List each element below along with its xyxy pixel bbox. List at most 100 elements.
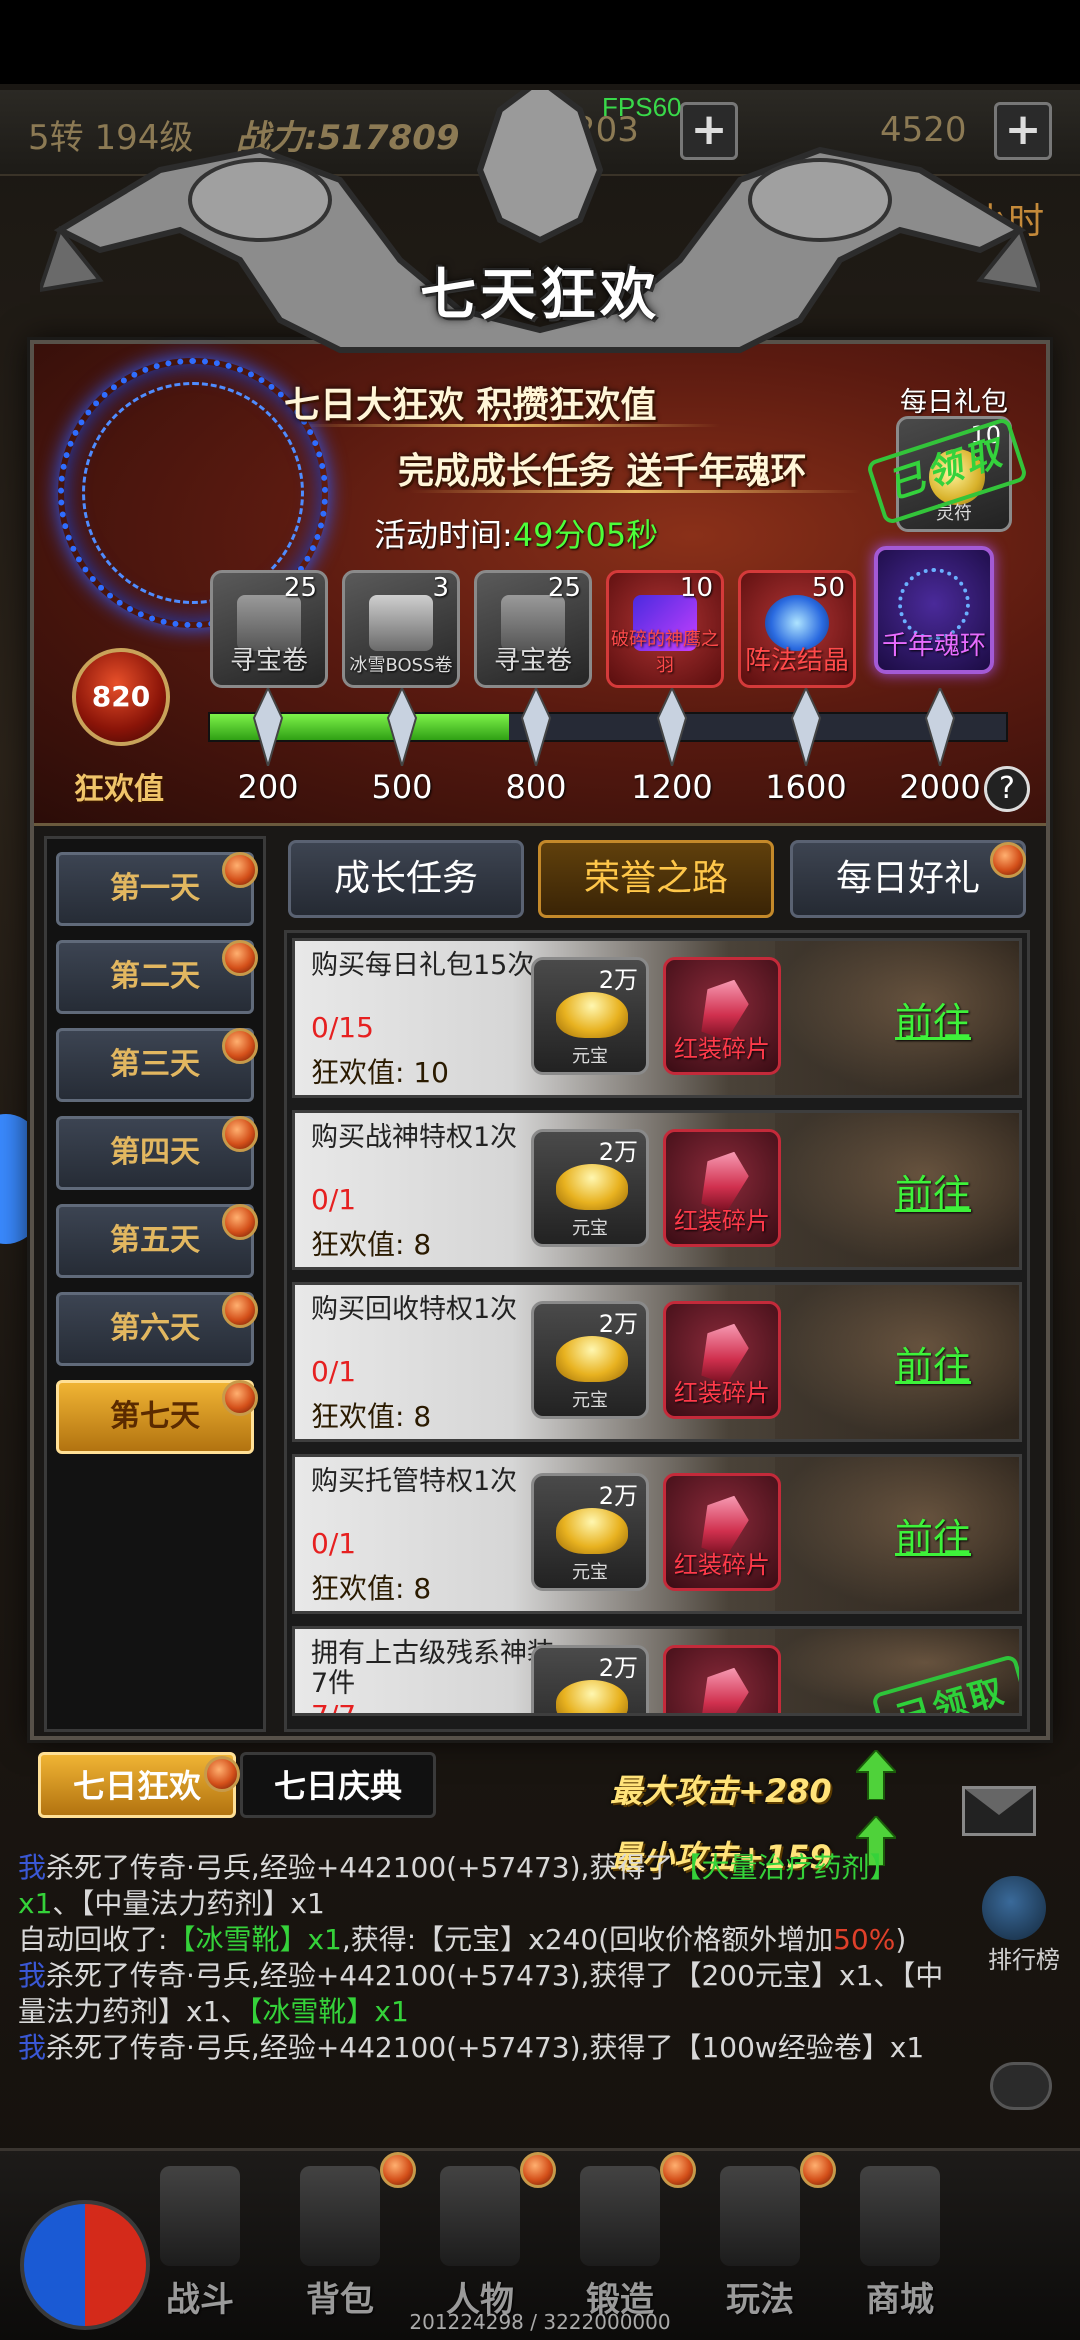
log-text: 杀死了传奇·弓兵,经验+442100(+57473),获得了【100w经验卷】x… (46, 2031, 925, 2064)
bottom-tab-seven-day-celebration[interactable]: 七日庆典 (240, 1752, 436, 1818)
task-progress: 0/1 (311, 1527, 357, 1560)
milestone-label: 800 (505, 768, 567, 806)
milestone-label: 2000 (899, 768, 981, 806)
reward-name: 元宝 (572, 1562, 608, 1583)
ingot-reward[interactable]: 2万元宝 (531, 957, 649, 1075)
log-self: 我 (18, 2031, 47, 2064)
reward-name: 寻宝卷 (493, 646, 572, 676)
help-button[interactable]: ? (984, 766, 1030, 812)
log-line: 我杀死了传奇·弓兵,经验+442100(+57473),获得了【200元宝】x1… (18, 1958, 948, 2030)
red-shard-reward[interactable]: 红装碎片 (663, 1129, 781, 1247)
log-text: 、【中量法力药剂】x1 (52, 1887, 325, 1920)
tab-honor-road[interactable]: 荣誉之路 (538, 840, 774, 918)
ranking-icon[interactable] (982, 1876, 1046, 1940)
task-title: 拥有上古级残系神装7件 (311, 1638, 554, 1699)
mail-icon[interactable] (962, 1786, 1036, 1836)
notification-dot (222, 1204, 258, 1240)
reward-item-5[interactable]: 50 阵法结晶 (738, 570, 856, 688)
banner-underline (300, 424, 720, 427)
log-text: 自动回收了: (18, 1923, 168, 1956)
reward-name: 元宝 (572, 1046, 608, 1067)
milestone-label: 1200 (631, 768, 713, 806)
reward-item-1[interactable]: 25 寻宝卷 (210, 570, 328, 688)
task-progress: 7/7 (311, 1699, 357, 1716)
score-progress-bar (208, 712, 1008, 742)
bottom-tab-seven-day-carnival[interactable]: 七日狂欢 (38, 1752, 236, 1818)
log-percent: 50% (833, 1923, 896, 1956)
go-button[interactable]: 前往 (895, 991, 971, 1046)
tab-growth-tasks[interactable]: 成长任务 (288, 840, 524, 918)
reward-item-4[interactable]: 10 破碎的神鹰之羽 (606, 570, 724, 688)
reward-item-6[interactable]: 千年魂环 (874, 546, 994, 674)
gold-ingot-icon (556, 1164, 628, 1210)
reward-name: 红装碎片 (674, 1035, 770, 1063)
reward-name: 红装碎片 (674, 1207, 770, 1235)
reward-count: 2万 (598, 966, 638, 994)
task-progress: 0/15 (311, 1011, 374, 1044)
task-row: 购买每日礼包15次 0/15 狂欢值: 10 2万 元宝 红装碎片 前往 (292, 938, 1022, 1098)
gold-ingot-icon (556, 1680, 628, 1713)
milestone-label: 200 (237, 768, 299, 806)
log-self: 我 (18, 1851, 47, 1884)
red-shard-reward[interactable]: 红装碎片 (663, 1645, 781, 1713)
task-row: 拥有上古级残系神装7件7/7 2万元宝红装碎片 已领取 (292, 1626, 1022, 1716)
ingot-reward[interactable]: 2万元宝 (531, 1645, 649, 1713)
ingot-reward[interactable]: 2万元宝 (531, 1301, 649, 1419)
log-self: 我 (18, 1959, 47, 1992)
battle-log: 我杀死了传奇·弓兵,经验+442100(+57473),获得了【大量治疗药剂】x… (18, 1850, 948, 2066)
reward-item-3[interactable]: 25 寻宝卷 (474, 570, 592, 688)
reward-count: 2万 (598, 1310, 638, 1338)
nav-shop[interactable]: 商城 (830, 2160, 970, 2320)
task-points: 狂欢值: 8 (311, 1572, 432, 1605)
reward-name: 千年魂环 (881, 631, 986, 661)
task-title: 购买每日礼包15次 (311, 950, 535, 981)
log-text: ) (895, 1923, 907, 1956)
reward-item-2[interactable]: 3 冰雪BOSS卷 (342, 570, 460, 688)
gold-ingot-icon (556, 992, 628, 1038)
event-time-label: 活动时间: (374, 516, 513, 554)
notification-dot (990, 842, 1026, 878)
go-button[interactable]: 前往 (895, 1507, 971, 1562)
claimed-stamp: 已领取 (870, 1653, 1019, 1713)
gold-ingot-icon (556, 1508, 628, 1554)
character-icon (440, 2166, 520, 2266)
go-button[interactable]: 前往 (895, 1335, 971, 1390)
red-shard-reward[interactable]: 红装碎片 (663, 957, 781, 1075)
dialog-title: 七天狂欢 (420, 263, 660, 328)
milestone-marker (520, 685, 552, 770)
banner-underline-2 (410, 490, 860, 493)
notification-dot (222, 1028, 258, 1064)
milestone-marker (790, 685, 822, 770)
arrow-up-icon (856, 1750, 896, 1800)
go-button[interactable]: 前往 (895, 1163, 971, 1218)
ingot-reward[interactable]: 2万元宝 (531, 1473, 649, 1591)
reward-name: 红装碎片 (674, 1551, 770, 1579)
banner-subheadline: 完成成长任务 送千年魂环 (398, 451, 807, 492)
notification-dot (222, 940, 258, 976)
score-orb: 820 (72, 648, 170, 746)
notification-dot (222, 1292, 258, 1328)
task-progress: 0/1 (311, 1355, 357, 1388)
reward-count: 2万 (598, 1482, 638, 1510)
reward-count: 2万 (598, 1654, 638, 1682)
chat-icon[interactable] (990, 2062, 1052, 2110)
ingot-reward[interactable]: 2万元宝 (531, 1129, 649, 1247)
shop-icon (860, 2166, 940, 2266)
milestone-marker (656, 685, 688, 770)
reward-name: 元宝 (572, 1218, 608, 1239)
log-line: 我杀死了传奇·弓兵,经验+442100(+57473),获得了【大量治疗药剂】x… (18, 1850, 948, 1922)
ranking-label[interactable]: 排行榜 (974, 1940, 1074, 1975)
log-text: 杀死了传奇·弓兵,经验+442100(+57473),获得了【200元宝】x1、… (18, 1959, 944, 2028)
bag-icon (300, 2166, 380, 2266)
red-shard-reward[interactable]: 红装碎片 (663, 1473, 781, 1591)
notification-dot (204, 1756, 240, 1792)
reward-name: 冰雪BOSS卷 (349, 655, 453, 676)
task-points: 狂欢值: 8 (311, 1400, 432, 1433)
red-shard-reward[interactable]: 红装碎片 (663, 1301, 781, 1419)
battle-icon (160, 2166, 240, 2266)
log-item: 【冰雪靴】x1 (167, 1923, 342, 1956)
reward-name: 元宝 (572, 1390, 608, 1411)
reward-count: 25 (547, 573, 581, 603)
reward-count: 50 (811, 573, 845, 603)
nav-battle[interactable]: 战斗 (130, 2160, 270, 2320)
